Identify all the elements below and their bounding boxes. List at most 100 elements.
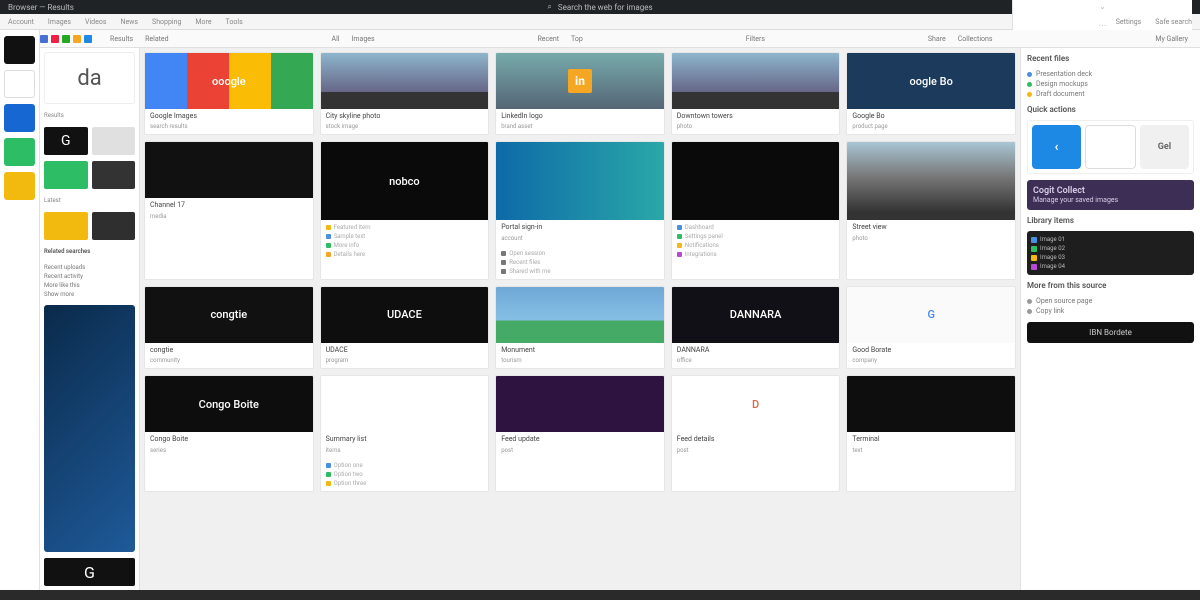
- result-card[interactable]: DANNARADANNARAoffice: [671, 286, 841, 369]
- toolbar-item[interactable]: Settings: [1116, 18, 1142, 26]
- tab[interactable]: My Gallery: [1151, 33, 1192, 45]
- color-chip[interactable]: [51, 35, 59, 43]
- dark-list-item[interactable]: Image 02: [1031, 244, 1190, 253]
- result-card[interactable]: Downtown towersphoto: [671, 52, 841, 135]
- card-thumbnail: G: [847, 287, 1015, 343]
- color-chip[interactable]: [62, 35, 70, 43]
- related-item[interactable]: Show more: [44, 290, 135, 299]
- right-item[interactable]: Presentation deck: [1027, 69, 1194, 79]
- tab[interactable]: Collections: [954, 33, 997, 45]
- tab[interactable]: All: [328, 33, 344, 45]
- result-card[interactable]: Terminaltext: [846, 375, 1016, 491]
- result-card[interactable]: congtiecongtiecommunity: [144, 286, 314, 369]
- dark-list-item[interactable]: Image 04: [1031, 262, 1190, 271]
- result-card[interactable]: oogle BoGoogle Boproduct page: [846, 52, 1016, 135]
- related-item[interactable]: Recent uploads: [44, 263, 135, 272]
- left-tile-blue[interactable]: [44, 305, 135, 552]
- nav-chip[interactable]: Gel: [1140, 125, 1189, 169]
- left-tile[interactable]: [44, 212, 88, 240]
- right-item[interactable]: Open source page: [1027, 296, 1194, 306]
- left-tile[interactable]: [92, 161, 136, 189]
- color-chip[interactable]: [73, 35, 81, 43]
- related-item[interactable]: More like this: [44, 281, 135, 290]
- card-caption: Good Borate: [847, 343, 1015, 357]
- nav-chip[interactable]: [1085, 125, 1136, 169]
- tab[interactable]: Filters: [742, 33, 769, 45]
- left-tile[interactable]: [44, 161, 88, 189]
- strip-tile[interactable]: [4, 138, 35, 166]
- more-icon[interactable]: ⋯: [1099, 21, 1107, 30]
- related-list: Recent uploads Recent activity More like…: [44, 263, 135, 299]
- result-card[interactable]: Monumenttourism: [495, 286, 665, 369]
- card-subtitle: company: [847, 357, 1015, 368]
- dark-list-item[interactable]: Image 01: [1031, 235, 1190, 244]
- tab[interactable]: Related: [141, 33, 173, 45]
- card-thumbnail: ooogle: [145, 53, 313, 109]
- toolbar-item[interactable]: Videos: [85, 18, 106, 26]
- toolbar-item[interactable]: Safe search: [1155, 18, 1192, 26]
- strip-tile[interactable]: [4, 104, 35, 132]
- tab[interactable]: Recent: [533, 33, 563, 45]
- left-tile[interactable]: [92, 212, 136, 240]
- omnibox-text[interactable]: Search the web for images: [558, 3, 653, 12]
- right-item[interactable]: Draft document: [1027, 89, 1194, 99]
- right-header: Quick actions: [1027, 105, 1194, 114]
- strip-tile[interactable]: [4, 172, 35, 200]
- dark-list-item[interactable]: Image 03: [1031, 253, 1190, 262]
- card-thumbnail: [321, 53, 489, 109]
- card-bullets: DashboardSettings panelNotificationsInte…: [672, 220, 840, 262]
- result-card[interactable]: City skyline photostock image: [320, 52, 490, 135]
- result-card[interactable]: Channel 17media: [144, 141, 314, 279]
- result-card[interactable]: DFeed detailspost: [671, 375, 841, 491]
- result-card[interactable]: nobcoFeatured itemSample textMore infoDe…: [320, 141, 490, 279]
- toolbar-item[interactable]: Images: [48, 18, 71, 26]
- tab[interactable]: Images: [347, 33, 378, 45]
- right-item[interactable]: Copy link: [1027, 306, 1194, 316]
- tab[interactable]: Top: [567, 33, 587, 45]
- color-chip[interactable]: [84, 35, 92, 43]
- tab-row: Results Related AllImages Recent Top Filte…: [40, 30, 1200, 48]
- related-item[interactable]: Recent activity: [44, 272, 135, 281]
- titlebar-center: ⌕ Search the web for images: [547, 2, 652, 12]
- result-card[interactable]: inLinkedIn logobrand asset: [495, 52, 665, 135]
- left-tile[interactable]: G: [44, 558, 135, 586]
- right-item[interactable]: Design mockups: [1027, 79, 1194, 89]
- result-card[interactable]: ooogleGoogle Imagessearch results: [144, 52, 314, 135]
- card-caption: Channel 17: [145, 198, 313, 212]
- toolbar-item[interactable]: Tools: [226, 18, 243, 26]
- result-card[interactable]: Summary listitemsOption oneOption twoOpt…: [320, 375, 490, 491]
- result-card[interactable]: UDACEUDACEprogram: [320, 286, 490, 369]
- card-caption: Google Bo: [847, 109, 1015, 123]
- bottom-card[interactable]: IBN Bordete: [1027, 322, 1194, 343]
- chevron-down-icon[interactable]: ⌄: [1099, 2, 1106, 11]
- result-card[interactable]: Portal sign-inaccountOpen sessionRecent …: [495, 141, 665, 279]
- nav-back-chip[interactable]: ‹: [1032, 125, 1081, 169]
- linkedin-icon: in: [568, 69, 592, 93]
- result-card[interactable]: Street viewphoto: [846, 141, 1016, 279]
- card-caption: Google Images: [145, 109, 313, 123]
- card-thumbnail: [145, 142, 313, 198]
- result-card[interactable]: Feed updatepost: [495, 375, 665, 491]
- left-tile[interactable]: [92, 127, 136, 155]
- strip-tile[interactable]: [4, 36, 35, 64]
- promo-card[interactable]: Cogit Collect Manage your saved images: [1027, 180, 1194, 210]
- card-caption: City skyline photo: [321, 109, 489, 123]
- tab[interactable]: Share: [924, 33, 950, 45]
- toolbar-item[interactable]: Shopping: [152, 18, 181, 26]
- tab[interactable]: Results: [106, 33, 137, 45]
- card-bullets: Option oneOption twoOption three: [321, 458, 489, 491]
- left-tile[interactable]: G: [44, 127, 88, 155]
- search-icon: ⌕: [547, 2, 551, 12]
- color-chip[interactable]: [40, 35, 48, 43]
- card-thumbnail: DANNARA: [672, 287, 840, 343]
- result-card[interactable]: GGood Boratecompany: [846, 286, 1016, 369]
- result-card[interactable]: Congo BoiteCongo Boiteseries: [144, 375, 314, 491]
- strip-tile[interactable]: [4, 70, 35, 98]
- big-tile[interactable]: da: [44, 52, 135, 104]
- toolbar-item[interactable]: Account: [8, 18, 34, 26]
- card-caption: UDACE: [321, 343, 489, 357]
- toolbar-item[interactable]: More: [195, 18, 211, 26]
- toolbar-item[interactable]: News: [120, 18, 138, 26]
- card-subtitle: text: [847, 447, 1015, 458]
- result-card[interactable]: DashboardSettings panelNotificationsInte…: [671, 141, 841, 279]
